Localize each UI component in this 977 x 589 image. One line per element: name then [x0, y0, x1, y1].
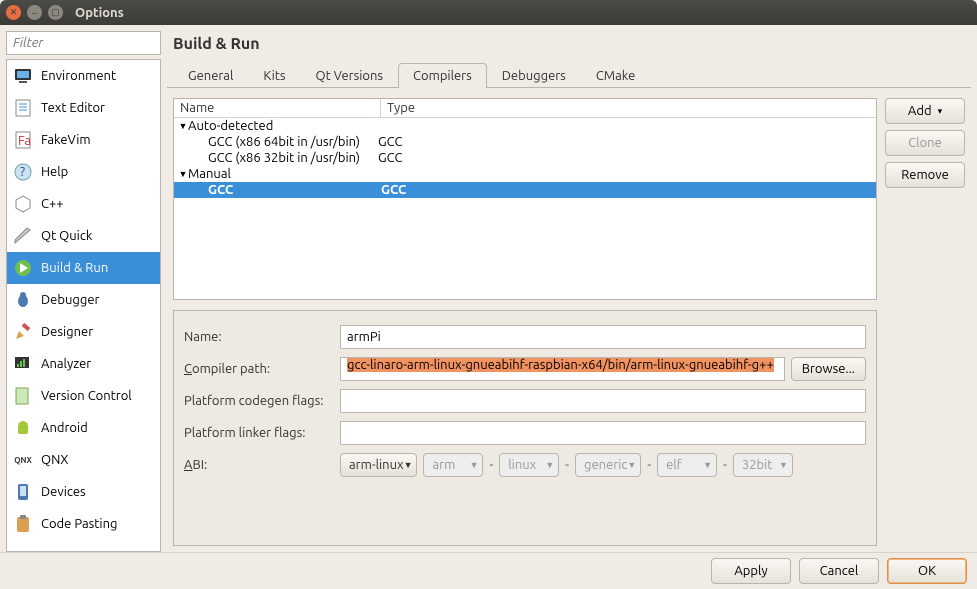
sidebar: Environment Text Editor Fa FakeVim ? Hel…: [6, 31, 161, 552]
svg-text:?: ?: [20, 165, 25, 179]
device-icon: [13, 482, 33, 502]
abi-label: ABI:: [184, 458, 334, 472]
sidebar-item-devices[interactable]: Devices: [7, 476, 160, 508]
sidebar-item-code-pasting[interactable]: Code Pasting: [7, 508, 160, 540]
svg-text:Fa: Fa: [18, 134, 31, 148]
compiler-tree: Name Type ▼ Auto-detected GCC (x86 64bit…: [173, 98, 877, 300]
sidebar-item-label: Debugger: [41, 293, 99, 307]
sidebar-item-label: Android: [41, 421, 88, 435]
sidebar-item-label: Code Pasting: [41, 517, 117, 531]
sidebar-item-designer[interactable]: Designer: [7, 316, 160, 348]
sidebar-item-label: Text Editor: [41, 101, 105, 115]
fakevim-icon: Fa: [13, 130, 33, 150]
sidebar-item-label: C++: [41, 197, 64, 211]
tab-kits[interactable]: Kits: [248, 63, 300, 88]
linker-label: Platform linker flags:: [184, 426, 334, 440]
sidebar-item-help[interactable]: ? Help: [7, 156, 160, 188]
action-buttons: Add Clone Remove: [885, 98, 965, 546]
chevron-down-icon[interactable]: ▼: [178, 121, 188, 131]
page-title: Build & Run: [167, 31, 971, 63]
category-list: Environment Text Editor Fa FakeVim ? Hel…: [6, 59, 161, 552]
android-icon: [13, 418, 33, 438]
sidebar-item-analyzer[interactable]: Analyzer: [7, 348, 160, 380]
name-label: Name:: [184, 330, 334, 344]
abi-arch[interactable]: arm▼: [423, 453, 483, 477]
window-title: Options: [75, 6, 124, 20]
maximize-icon[interactable]: ▢: [48, 5, 63, 20]
cpp-icon: [13, 194, 33, 214]
sidebar-item-label: Build & Run: [41, 261, 108, 275]
sidebar-item-text-editor[interactable]: Text Editor: [7, 92, 160, 124]
tab-debuggers[interactable]: Debuggers: [487, 63, 581, 88]
sidebar-item-debugger[interactable]: Debugger: [7, 284, 160, 316]
tree-item[interactable]: GCC (x86 64bit in /usr/bin) GCC: [174, 134, 876, 150]
designer-icon: [13, 322, 33, 342]
sidebar-item-label: Devices: [41, 485, 86, 499]
sidebar-item-label: Analyzer: [41, 357, 91, 371]
abi-format[interactable]: elf▼: [657, 453, 717, 477]
codegen-input[interactable]: [340, 389, 866, 413]
sidebar-item-fakevim[interactable]: Fa FakeVim: [7, 124, 160, 156]
col-type[interactable]: Type: [381, 99, 421, 117]
analyzer-icon: [13, 354, 33, 374]
clone-button[interactable]: Clone: [885, 130, 965, 156]
monitor-icon: [13, 66, 33, 86]
sidebar-item-label: Help: [41, 165, 68, 179]
sidebar-item-label: Version Control: [41, 389, 132, 403]
tree-item-selected[interactable]: GCC GCC: [174, 182, 876, 198]
apply-button[interactable]: Apply: [711, 558, 791, 584]
abi-os[interactable]: linux▼: [499, 453, 559, 477]
sidebar-item-label: FakeVim: [41, 133, 91, 147]
sidebar-item-version-control[interactable]: Version Control: [7, 380, 160, 412]
cancel-button[interactable]: Cancel: [799, 558, 879, 584]
bug-icon: [13, 290, 33, 310]
tab-qt-versions[interactable]: Qt Versions: [301, 63, 399, 88]
sidebar-item-cpp[interactable]: C++: [7, 188, 160, 220]
col-name[interactable]: Name: [174, 99, 381, 117]
linker-input[interactable]: [340, 421, 866, 445]
tab-general[interactable]: General: [173, 63, 248, 88]
sidebar-item-label: Environment: [41, 69, 116, 83]
main-panel: Build & Run General Kits Qt Versions Com…: [167, 31, 971, 552]
vcs-icon: [13, 386, 33, 406]
qtquick-icon: [13, 226, 33, 246]
tree-group-manual[interactable]: ▼ Manual: [174, 166, 876, 182]
remove-button[interactable]: Remove: [885, 162, 965, 188]
help-icon: ?: [13, 162, 33, 182]
titlebar: ✕ – ▢ Options: [0, 0, 977, 25]
abi-flavor[interactable]: generic▼: [575, 453, 641, 477]
sidebar-item-qnx[interactable]: QNX QNX: [7, 444, 160, 476]
sidebar-item-environment[interactable]: Environment: [7, 60, 160, 92]
sidebar-item-label: QNX: [41, 453, 68, 467]
browse-button[interactable]: Browse...: [791, 357, 866, 381]
sidebar-item-android[interactable]: Android: [7, 412, 160, 444]
compiler-path-label: Compiler path:: [184, 362, 334, 376]
minimize-icon[interactable]: –: [27, 5, 42, 20]
sidebar-item-build-run[interactable]: Build & Run: [7, 252, 160, 284]
compiler-path-input[interactable]: gcc-linaro-arm-linux-gnueabihf-raspbian-…: [340, 357, 785, 381]
sidebar-item-label: Qt Quick: [41, 229, 92, 243]
tree-group-autodetected[interactable]: ▼ Auto-detected: [174, 118, 876, 134]
document-icon: [13, 98, 33, 118]
tab-bar: General Kits Qt Versions Compilers Debug…: [167, 63, 971, 88]
tab-cmake[interactable]: CMake: [581, 63, 650, 88]
dialog-footer: Apply Cancel OK: [0, 552, 977, 589]
add-button[interactable]: Add: [885, 98, 965, 124]
qnx-icon: QNX: [13, 450, 33, 470]
compiler-form: Name: Compiler path: gcc-linaro-arm-linu…: [173, 310, 877, 546]
chevron-down-icon[interactable]: ▼: [178, 169, 188, 179]
ok-button[interactable]: OK: [887, 558, 967, 584]
filter-input[interactable]: [6, 31, 161, 55]
name-input[interactable]: [340, 325, 866, 349]
codegen-label: Platform codegen flags:: [184, 394, 334, 408]
paste-icon: [13, 514, 33, 534]
abi-select[interactable]: arm-linux▼: [340, 453, 417, 477]
sidebar-item-label: Designer: [41, 325, 93, 339]
tree-item[interactable]: GCC (x86 32bit in /usr/bin) GCC: [174, 150, 876, 166]
sidebar-item-qtquick[interactable]: Qt Quick: [7, 220, 160, 252]
build-run-icon: [13, 258, 33, 278]
tab-compilers[interactable]: Compilers: [398, 63, 487, 88]
close-icon[interactable]: ✕: [6, 5, 21, 20]
abi-width[interactable]: 32bit▼: [733, 453, 793, 477]
